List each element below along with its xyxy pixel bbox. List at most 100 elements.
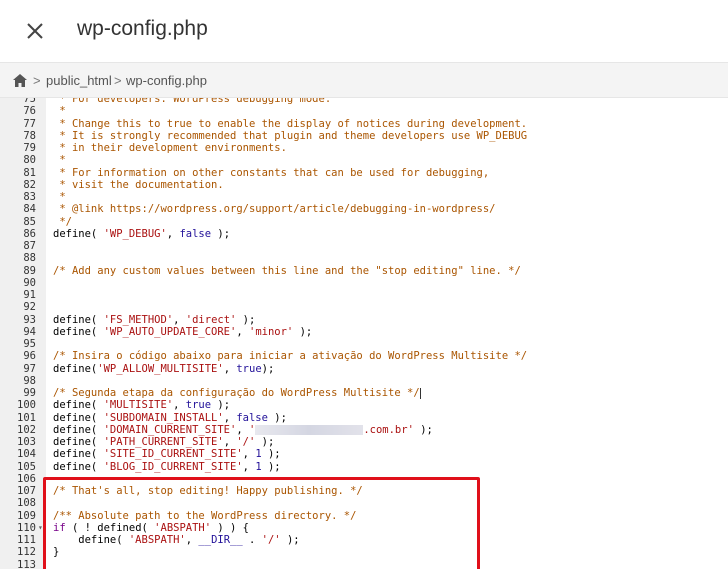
line-number: 87 [23,240,36,252]
code-token: .com.br' [363,423,414,436]
line-number: 113 [17,558,36,569]
code-text: * [53,105,66,118]
code-token: 'MULTISITE' [103,399,174,412]
code-token: , [223,411,237,424]
line-number: 86 [23,227,36,240]
code-line: 93 define( 'FS_METHOD', 'direct' ); [0,314,728,326]
code-text: define( 'WP_DEBUG', false ); [53,228,230,240]
code-line: 95 [0,338,728,350]
line-number: 105 [17,460,36,473]
code-token: false [236,411,268,424]
code-line: 84 * @link https://wordpress.org/support… [0,203,728,215]
code-text: * For information on other constants tha… [53,167,489,179]
code-text: * [53,191,66,203]
code-token: ); [261,460,281,473]
code-token: '/' [236,436,256,448]
line-number: 84 [23,203,36,216]
code-text: */ [53,216,72,228]
code-token: /* Segunda etapa da configuração do Word… [53,387,420,399]
code-token: , [236,423,249,436]
code-token: define( [53,460,104,473]
close-icon[interactable] [22,18,48,44]
line-number: 108 [17,497,36,510]
code-token: 'direct' [185,313,237,326]
code-editor[interactable]: 75 * For developers: WordPress debugging… [0,98,728,569]
code-text: define( 'WP_AUTO_UPDATE_CORE', 'minor' )… [53,326,312,338]
line-number: 106 [17,472,36,485]
code-line: 91 [0,289,728,301]
code-line: 101 define( 'SUBDOMAIN_INSTALL', false ); [0,412,728,424]
line-number: 112 [17,546,36,559]
code-line: 99 /* Segunda etapa da configuração do Wo… [0,387,728,399]
line-number: 92 [23,301,36,314]
code-line: 89 /* Add any custom values between this … [0,265,728,277]
line-number: 109 [17,509,36,522]
code-token: define( [53,436,104,448]
line-number: 99 [23,387,36,399]
line-number: 76 [23,105,36,118]
line-number: 110 [17,521,36,534]
code-token: false [179,227,212,240]
code-text: /* Segunda etapa da configuração do Word… [53,387,421,399]
line-number: 96 [23,350,36,363]
code-line: 98 [0,375,728,387]
breadcrumb-separator: > [114,73,122,88]
code-token: ); [261,362,275,375]
line-number: 81 [23,166,36,179]
code-token: ); [255,436,275,448]
code-text: * Change this to true to enable the disp… [53,118,527,130]
code-token: , [173,399,186,412]
code-text: /* Insira o código abaixo para iniciar a… [53,350,527,362]
code-token: * For information on other constants tha… [53,166,490,179]
code-text: define( 'PATH_CURRENT_SITE', '/' ); [53,436,274,448]
code-text: define( 'FS_METHOD', 'direct' ); [53,314,255,326]
code-line: 97 define('WP_ALLOW_MULTISITE', true); [0,363,728,375]
code-token: 'WP_DEBUG' [103,227,167,240]
code-token: define( [53,411,104,424]
code-line: 81 * For information on other constants … [0,167,728,179]
code-text: * @link https://wordpress.org/support/ar… [53,203,496,216]
line-number: 83 [23,191,36,203]
line-number: 94 [23,325,36,338]
code-token: define( [53,423,104,436]
code-line: 96 /* Insira o código abaixo para iniciar… [0,350,728,362]
code-token: true [185,399,212,412]
breadcrumb-item-public-html[interactable]: public_html [46,73,112,88]
redacted-domain [255,424,364,435]
line-number: 107 [17,485,36,497]
code-line: 92 [0,301,728,313]
code-token: * [53,191,66,203]
highlight-box [43,477,480,569]
breadcrumb-item-file[interactable]: wp-config.php [126,73,207,88]
code-token: define( [53,448,104,461]
code-token: true [236,362,262,375]
code-line: 83 * [0,191,728,203]
code-text: * For developers: WordPress debugging mo… [53,98,331,105]
code-text: define( 'DOMAIN_CURRENT_SITE', ' .com.br'… [53,424,433,436]
code-token: , [236,325,249,338]
code-token: , [173,313,186,326]
code-line: 100 define( 'MULTISITE', true ); [0,399,728,411]
home-icon[interactable] [13,74,27,87]
line-number: 75 [23,98,36,105]
code-token: 'BLOG_ID_CURRENT_SITE' [103,460,243,473]
code-line: 86 define( 'WP_DEBUG', false ); [0,228,728,240]
code-text: define( 'BLOG_ID_CURRENT_SITE', 1 ); [53,461,281,473]
text-cursor [419,387,421,399]
code-token: * @link https://wordpress.org/support/ar… [53,203,496,216]
code-line: 76 * [0,105,728,117]
code-token: */ [53,215,72,228]
code-line: 87 [0,240,728,252]
line-number: 91 [23,289,36,301]
code-token: define( [53,362,98,375]
code-token: 'PATH_CURRENT_SITE' [103,436,224,448]
line-number: 111 [17,534,36,546]
code-token: define( [53,313,104,326]
code-token: * [53,105,66,118]
code-line: 75 * For developers: WordPress debugging… [0,98,728,105]
code-line: 78 * It is strongly recommended that plu… [0,130,728,142]
code-token: * For developers: WordPress debugging mo… [53,98,332,105]
code-text: define( 'SITE_ID_CURRENT_SITE', 1 ); [53,448,281,460]
code-token: , [166,227,180,240]
code-token: ); [236,313,256,326]
